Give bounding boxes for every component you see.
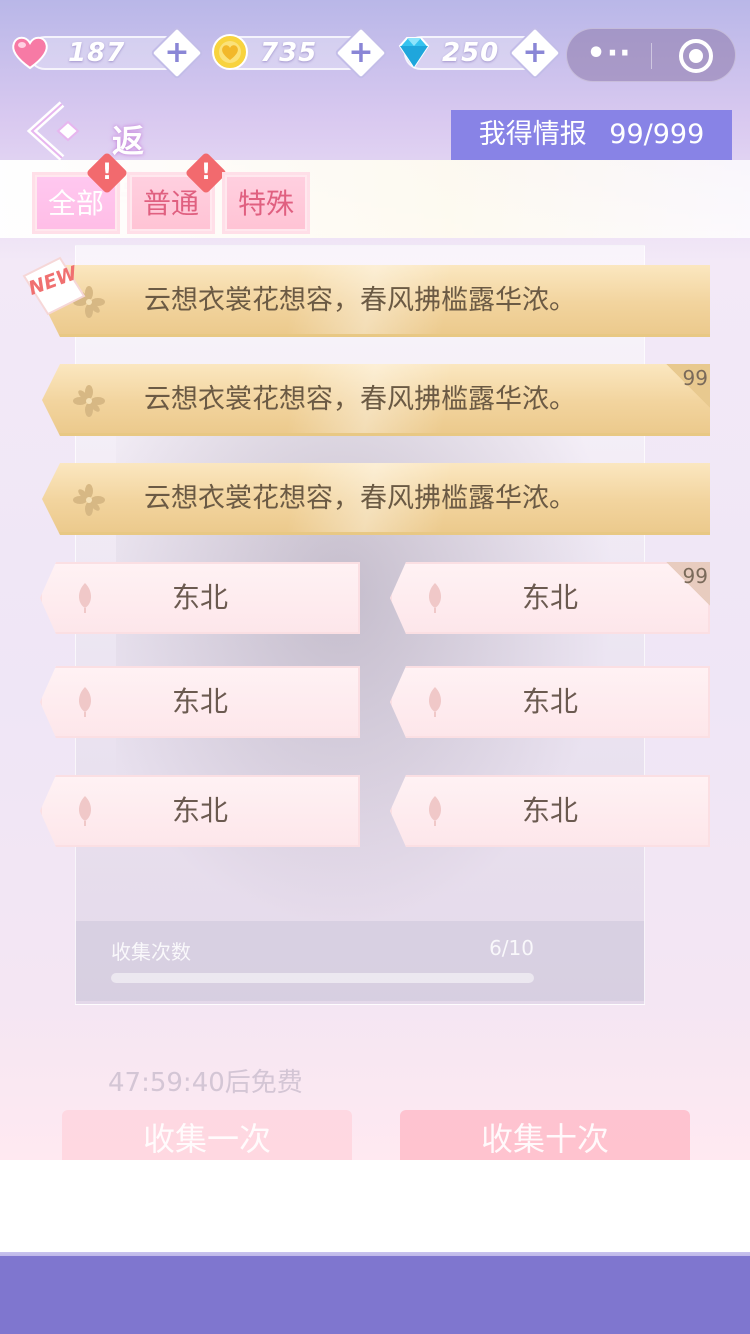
free-timer: 47:59:40后免费 [108, 1068, 303, 1098]
intel-item-gold[interactable]: 云想衣裳花想容，春风拂槛露华浓。 [42, 463, 710, 535]
intel-count: 99/999 [609, 119, 705, 150]
coins-value: 735 [260, 38, 318, 68]
miniprogram-capsule: •·· [566, 28, 736, 82]
intel-item-text: 东北 [521, 685, 578, 718]
intel-item-text: 东北 [171, 581, 228, 614]
intel-item-pink[interactable]: 东北 [40, 775, 360, 847]
intel-item-pink[interactable]: 东北 [390, 775, 710, 847]
intel-counter: 我得情报 99/999 [451, 110, 732, 160]
intel-item-text: 东北 [521, 794, 578, 827]
back-arrow-icon [26, 101, 80, 161]
plus-icon: + [348, 35, 374, 70]
count-value: 99 [682, 564, 708, 588]
more-menu-button[interactable]: •·· [567, 29, 651, 83]
tab-special[interactable]: 特殊 [222, 172, 310, 234]
plus-icon: + [522, 35, 548, 70]
count-value: 99 [682, 366, 708, 390]
diamond-icon [398, 37, 430, 69]
intel-item-pink[interactable]: 东北 [40, 666, 360, 738]
intel-item-gold[interactable]: 云想衣裳花想容，春风拂槛露华浓。 [42, 265, 710, 337]
hearts-value: 187 [68, 38, 126, 68]
count-badge: 99 [666, 562, 710, 606]
add-coins-button[interactable]: + [334, 26, 388, 80]
intel-item-pink[interactable]: 东北 [40, 562, 360, 634]
intel-item-text: 云想衣裳花想容，春风拂槛露华浓。 [144, 384, 576, 415]
flower-icon [73, 385, 105, 417]
alert-icon: ! [101, 160, 113, 185]
add-diamonds-button[interactable]: + [508, 26, 562, 80]
intel-item-text: 云想衣裳花想容，春风拂槛露华浓。 [144, 285, 576, 316]
intel-item-pink[interactable]: 东北 [390, 666, 710, 738]
count-badge: 99 [666, 364, 710, 408]
back-button[interactable]: 返回 [22, 100, 172, 206]
alert-icon: ! [200, 160, 212, 185]
bottom-bar [0, 1256, 750, 1334]
intel-item-gold[interactable]: 云想衣裳花想容，春风拂槛露华浓。 99 [42, 364, 710, 436]
intel-item-text: 东北 [171, 794, 228, 827]
intel-item-text: 东北 [171, 685, 228, 718]
intel-item-text: 云想衣裳花想容，春风拂槛露华浓。 [144, 483, 576, 514]
collect-label: 收集次数 [111, 940, 191, 964]
capsule-divider [651, 43, 652, 69]
intel-label: 我得情报 [478, 119, 587, 150]
currency-bar: 187 + 735 + 250 + [8, 26, 562, 80]
coin-icon [212, 34, 248, 70]
add-hearts-button[interactable]: + [150, 26, 204, 80]
intel-item-text: 东北 [521, 581, 578, 614]
new-tag: NEW [22, 256, 86, 316]
collect-value: 6/10 [489, 936, 534, 960]
diamonds-value: 250 [442, 38, 500, 68]
collect-progress-track [111, 973, 534, 983]
plus-icon: + [164, 35, 190, 70]
bottom-blank-area [0, 1160, 750, 1256]
flower-icon [73, 484, 105, 516]
close-target-icon[interactable] [679, 39, 713, 73]
intel-item-pink[interactable]: 东北 99 [390, 562, 710, 634]
heart-icon [12, 36, 48, 70]
tab-all-alert-badge: ! [85, 151, 129, 195]
tab-normal-alert-badge: ! [184, 151, 228, 195]
